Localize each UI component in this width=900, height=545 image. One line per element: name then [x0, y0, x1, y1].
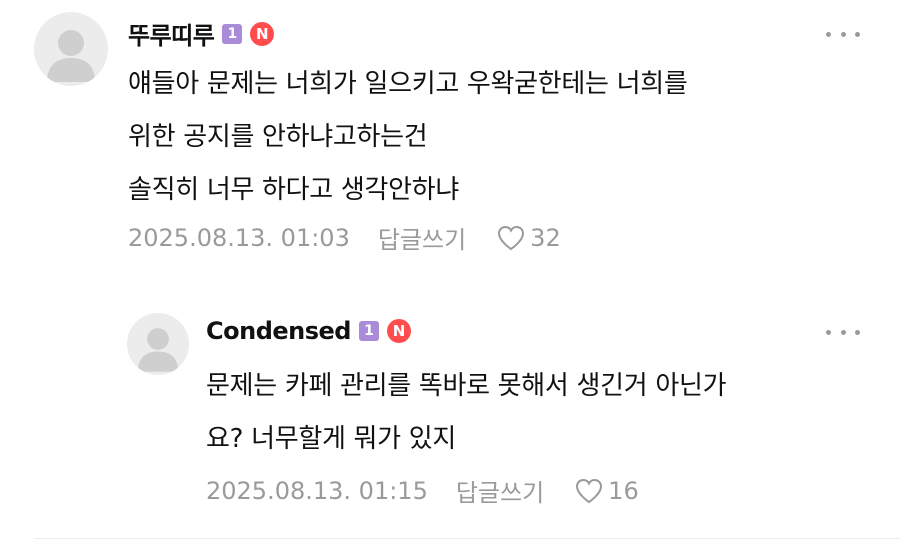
comment-item: 뚜루띠루 1 N 얘들아 문제는 너희가 일으키고 우왁굳한테는 너희를 위한 …	[0, 0, 900, 270]
avatar[interactable]	[34, 12, 108, 86]
comment-header: Condensed 1 N	[206, 317, 411, 345]
comment-date: 2025.08.13. 01:15	[206, 476, 428, 505]
heart-outline-icon	[576, 478, 603, 503]
comment-line: 얘들아 문제는 너희가 일으키고 우왁굳한테는 너희를	[128, 69, 688, 99]
nickname[interactable]: Condensed	[206, 317, 351, 345]
reply-button[interactable]: 답글쓰기	[456, 473, 544, 508]
default-profile-icon	[47, 30, 95, 82]
like-button[interactable]: 32	[496, 224, 561, 252]
comment-line: 요? 너무할게 뭐가 있지	[206, 424, 456, 454]
like-button[interactable]: 16	[574, 477, 639, 505]
comment-date: 2025.08.13. 01:03	[128, 223, 350, 252]
comment-line: 위한 공지를 안하냐고하는건	[128, 122, 428, 152]
comment-text: 얘들아 문제는 너희가 일으키고 우왁굳한테는 너희를 위한 공지를 안하냐고하…	[128, 58, 688, 217]
comment-meta: 2025.08.13. 01:15 답글쓰기 16	[206, 473, 639, 508]
comment-meta: 2025.08.13. 01:03 답글쓰기 32	[128, 220, 561, 255]
default-profile-icon	[137, 328, 179, 372]
level-badge-icon: 1	[358, 321, 379, 341]
reply-comment-item: Condensed 1 N 문제는 카페 관리를 똑바로 못해서 생긴거 아닌가…	[0, 270, 900, 545]
heart-outline-icon	[498, 225, 525, 250]
comment-line: 문제는 카페 관리를 똑바로 못해서 생긴거 아닌가	[206, 371, 727, 401]
comment-header: 뚜루띠루 1 N	[128, 16, 275, 51]
level-badge-icon: 1	[222, 23, 243, 44]
more-dots-icon[interactable]	[826, 24, 860, 44]
like-count: 16	[608, 476, 639, 505]
more-dots-icon[interactable]	[826, 322, 860, 342]
reply-button[interactable]: 답글쓰기	[378, 220, 466, 255]
like-count: 32	[530, 223, 561, 252]
nickname[interactable]: 뚜루띠루	[128, 16, 215, 51]
comment-text: 문제는 카페 관리를 똑바로 못해서 생긴거 아닌가 요? 너무할게 뭐가 있지	[206, 360, 727, 466]
divider	[34, 538, 900, 539]
comment-line: 솔직히 너무 하다고 생각안하냐	[128, 175, 459, 205]
avatar[interactable]	[127, 313, 189, 375]
new-badge-icon: N	[386, 319, 411, 343]
new-badge-icon: N	[250, 21, 275, 46]
